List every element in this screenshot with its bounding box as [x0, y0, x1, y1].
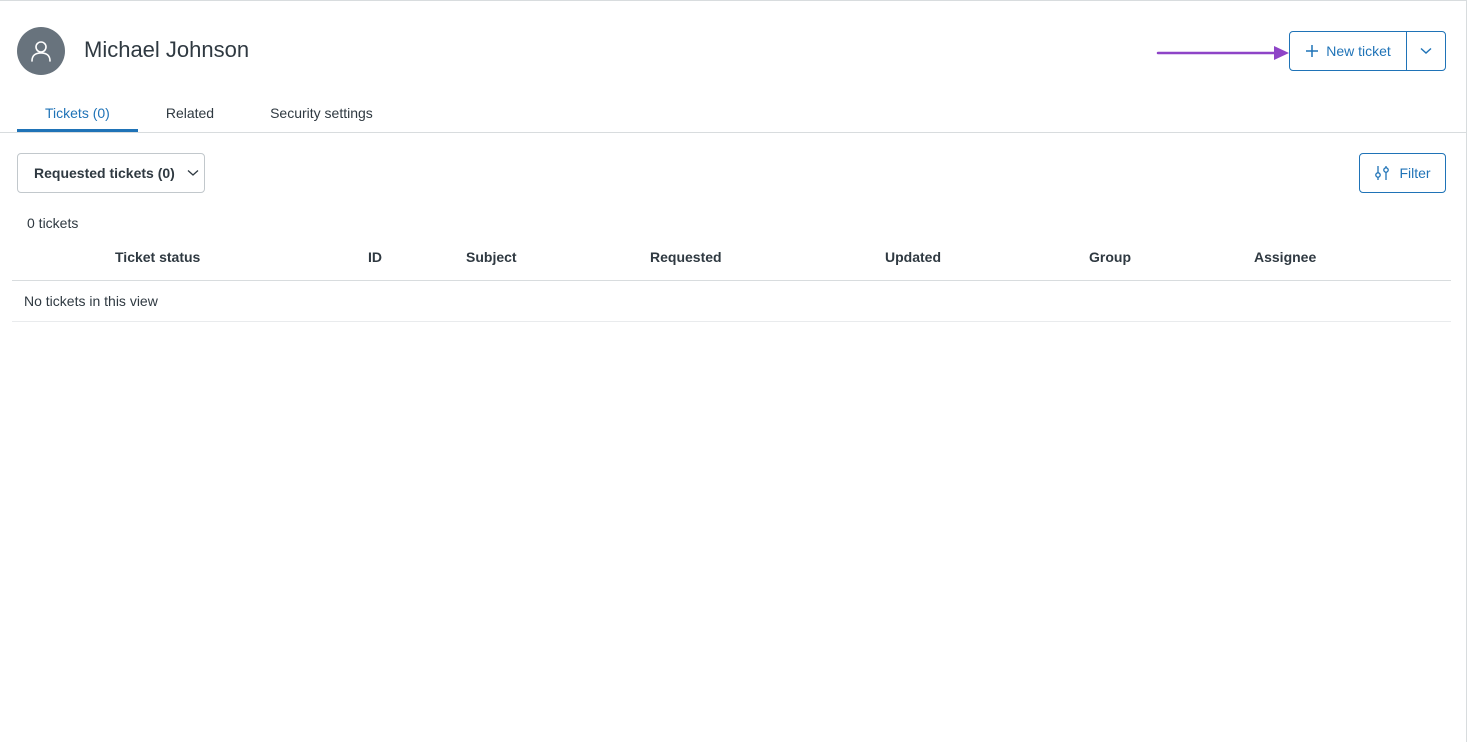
- column-requested[interactable]: Requested: [650, 249, 722, 265]
- user-icon: [31, 41, 51, 62]
- view-select[interactable]: Requested tickets (0): [17, 153, 205, 193]
- tab-related[interactable]: Related: [138, 98, 242, 132]
- plus-icon: [1306, 45, 1319, 57]
- new-ticket-split-button: New ticket: [1289, 31, 1446, 71]
- tab-security-settings[interactable]: Security settings: [242, 98, 401, 132]
- column-id[interactable]: ID: [368, 249, 382, 265]
- tab-tickets[interactable]: Tickets (0): [17, 98, 138, 132]
- empty-message: No tickets in this view: [24, 293, 158, 309]
- column-subject[interactable]: Subject: [466, 249, 517, 265]
- filter-sliders-icon: [1375, 166, 1390, 180]
- page-title: Michael Johnson: [84, 37, 250, 62]
- filter-button[interactable]: Filter: [1359, 153, 1446, 193]
- annotation-arrow-icon: [1156, 46, 1289, 60]
- tab-bar: Tickets (0) Related Security settings: [17, 98, 401, 132]
- new-ticket-label: New ticket: [1326, 43, 1391, 59]
- new-ticket-button[interactable]: New ticket: [1290, 32, 1407, 70]
- chevron-down-icon: [1420, 47, 1432, 54]
- tabs-divider: [0, 132, 1466, 133]
- view-select-label: Requested tickets (0): [34, 165, 175, 181]
- filter-label: Filter: [1399, 165, 1431, 181]
- chevron-down-icon: [187, 170, 199, 176]
- table-header: Ticket status ID Subject Requested Updat…: [12, 247, 1451, 281]
- column-group[interactable]: Group: [1089, 249, 1131, 265]
- column-assignee[interactable]: Assignee: [1254, 249, 1316, 265]
- column-updated[interactable]: Updated: [885, 249, 941, 265]
- avatar: [17, 27, 65, 75]
- new-ticket-menu-button[interactable]: [1407, 32, 1445, 70]
- column-ticket-status[interactable]: Ticket status: [115, 249, 200, 265]
- table-empty-row: No tickets in this view: [12, 281, 1451, 322]
- ticket-count: 0 tickets: [27, 215, 79, 231]
